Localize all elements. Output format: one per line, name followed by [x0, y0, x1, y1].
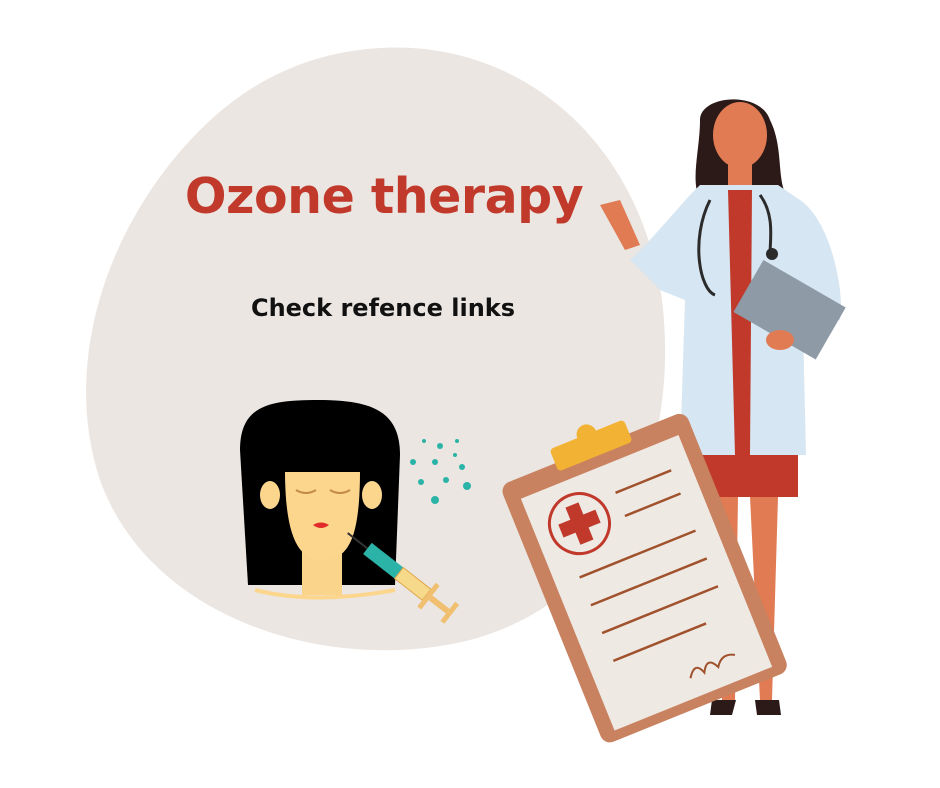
poster-illustration: [86, 47, 846, 743]
poster-title: Ozone therapy: [184, 168, 584, 225]
patient-face-illustration: [240, 400, 400, 600]
poster-subtitle: Check refence links: [250, 294, 516, 322]
